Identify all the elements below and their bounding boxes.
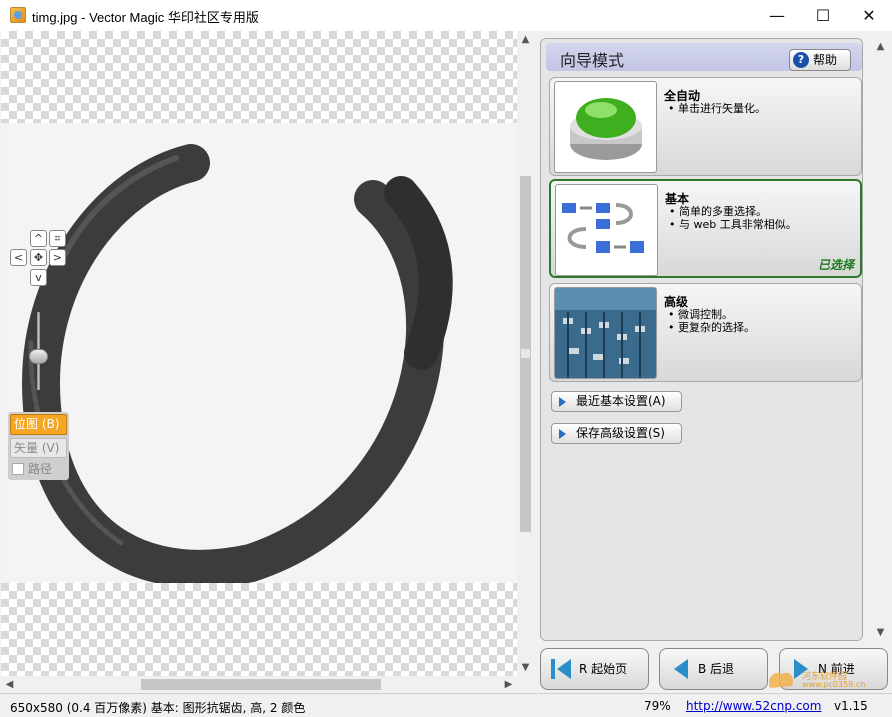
mixing-console-image (554, 287, 657, 379)
splitter-grip[interactable] (521, 349, 530, 358)
zoom-fit-icon[interactable]: ⌗ (49, 230, 66, 247)
close-button[interactable]: ✕ (846, 0, 892, 31)
zoom-percent: 79% (644, 699, 671, 713)
start-page-button[interactable]: R 起始页 (540, 648, 649, 690)
view-mode-panel: 位图 (B) 矢量 (V) 路径 (8, 412, 69, 480)
recent-basic-settings-button[interactable]: 最近基本设置(A) (551, 391, 682, 412)
save-advanced-settings-button[interactable]: 保存高级设置(S) (551, 423, 682, 444)
image-canvas[interactable]: ^ ⌗ < ✥ > v (1, 31, 517, 676)
pan-right-button[interactable]: > (49, 249, 66, 266)
first-page-arrow (557, 659, 571, 679)
scroll-up-icon[interactable]: ▲ (872, 38, 889, 55)
pan-up-button[interactable]: ^ (30, 230, 47, 247)
option-bullets: 微调控制。 更复杂的选择。 (668, 308, 755, 334)
option-bullets: 简单的多重选择。 与 web 工具非常相似。 (669, 205, 797, 231)
start-page-label: R 起始页 (579, 662, 628, 676)
recent-basic-label: 最近基本设置(A) (576, 394, 666, 408)
scroll-right-icon[interactable]: ▶ (500, 676, 517, 693)
vector-mode-button[interactable]: 矢量 (V) (10, 438, 67, 458)
help-icon: ? (793, 52, 809, 68)
app-icon (10, 7, 26, 23)
scroll-left-icon[interactable]: ◀ (1, 676, 18, 693)
status-bar: 650x580 (0.4 百万像素) 基本: 图形抗锯齿, 高, 2 颜色 79… (0, 693, 892, 717)
green-button-image (554, 81, 657, 173)
scroll-down-icon[interactable]: ▼ (517, 659, 534, 676)
wizard-panel: 向导模式 ? 帮助 全自动 单击进行矢量化。 (540, 38, 863, 641)
option-basic[interactable]: 基本 简单的多重选择。 与 web 工具非常相似。 已选择 (549, 179, 862, 278)
image-info: 650x580 (0.4 百万像素) 基本: 图形抗锯齿, 高, 2 颜色 (10, 701, 306, 715)
version-label: v1.15 (834, 699, 868, 713)
workflow-diagram-image (555, 184, 658, 276)
path-label: 路径 (28, 462, 53, 476)
center-icon[interactable]: ✥ (30, 249, 47, 266)
play-icon (559, 429, 566, 439)
canvas-horizontal-scrollbar[interactable]: ◀ ▶ (1, 676, 517, 693)
watermark-text-2: www.pc0359.cn (802, 680, 866, 689)
title-bar: timg.jpg - Vector Magic 华印社区专用版 — ☐ ✕ (0, 0, 892, 31)
back-button[interactable]: B 后退 (659, 648, 768, 690)
wizard-title: 向导模式 (560, 51, 625, 70)
path-checkbox[interactable] (12, 463, 24, 475)
scroll-down-icon[interactable]: ▼ (872, 624, 889, 641)
canvas-vertical-scrollbar[interactable]: ▲ ▼ (517, 31, 534, 676)
zoom-slider-knob[interactable] (29, 349, 48, 364)
selected-label: 已选择 (817, 258, 854, 272)
save-advanced-label: 保存高级设置(S) (576, 426, 665, 440)
pan-left-button[interactable]: < (10, 249, 27, 266)
option-bullet: 简单的多重选择。 (669, 205, 797, 218)
bitmap-mode-button[interactable]: 位图 (B) (10, 414, 67, 435)
play-icon (559, 397, 566, 407)
minimize-button[interactable]: — (754, 0, 800, 31)
option-advanced[interactable]: 高级 微调控制。 更复杂的选择。 (549, 283, 862, 382)
back-label: B 后退 (698, 662, 735, 676)
help-button[interactable]: ? 帮助 (789, 49, 851, 71)
option-bullet: 微调控制。 (668, 308, 755, 321)
option-fully-automatic[interactable]: 全自动 单击进行矢量化。 (549, 77, 862, 176)
watermark-logo: 河东软件园 www.pc0359.cn (762, 668, 882, 692)
first-page-icon (551, 659, 555, 679)
wizard-header: 向导模式 ? 帮助 (546, 43, 862, 71)
path-mode-toggle[interactable]: 路径 (10, 460, 67, 478)
window-title: timg.jpg - Vector Magic 华印社区专用版 (32, 10, 259, 25)
option-bullets: 单击进行矢量化。 (668, 102, 766, 115)
horizontal-scroll-thumb[interactable] (141, 679, 381, 690)
option-bullet: 更复杂的选择。 (668, 321, 755, 334)
pan-down-button[interactable]: v (30, 269, 47, 286)
back-arrow-icon (674, 659, 688, 679)
maximize-button[interactable]: ☐ (800, 0, 846, 31)
scroll-up-icon[interactable]: ▲ (517, 31, 534, 48)
website-link[interactable]: http://www.52cnp.com (686, 699, 821, 713)
wizard-scrollbar[interactable]: ▲ ▼ (872, 38, 889, 641)
ink-circle-image (21, 144, 453, 583)
option-bullet: 与 web 工具非常相似。 (669, 218, 797, 231)
option-bullet: 单击进行矢量化。 (668, 102, 766, 115)
help-label: 帮助 (813, 53, 838, 67)
